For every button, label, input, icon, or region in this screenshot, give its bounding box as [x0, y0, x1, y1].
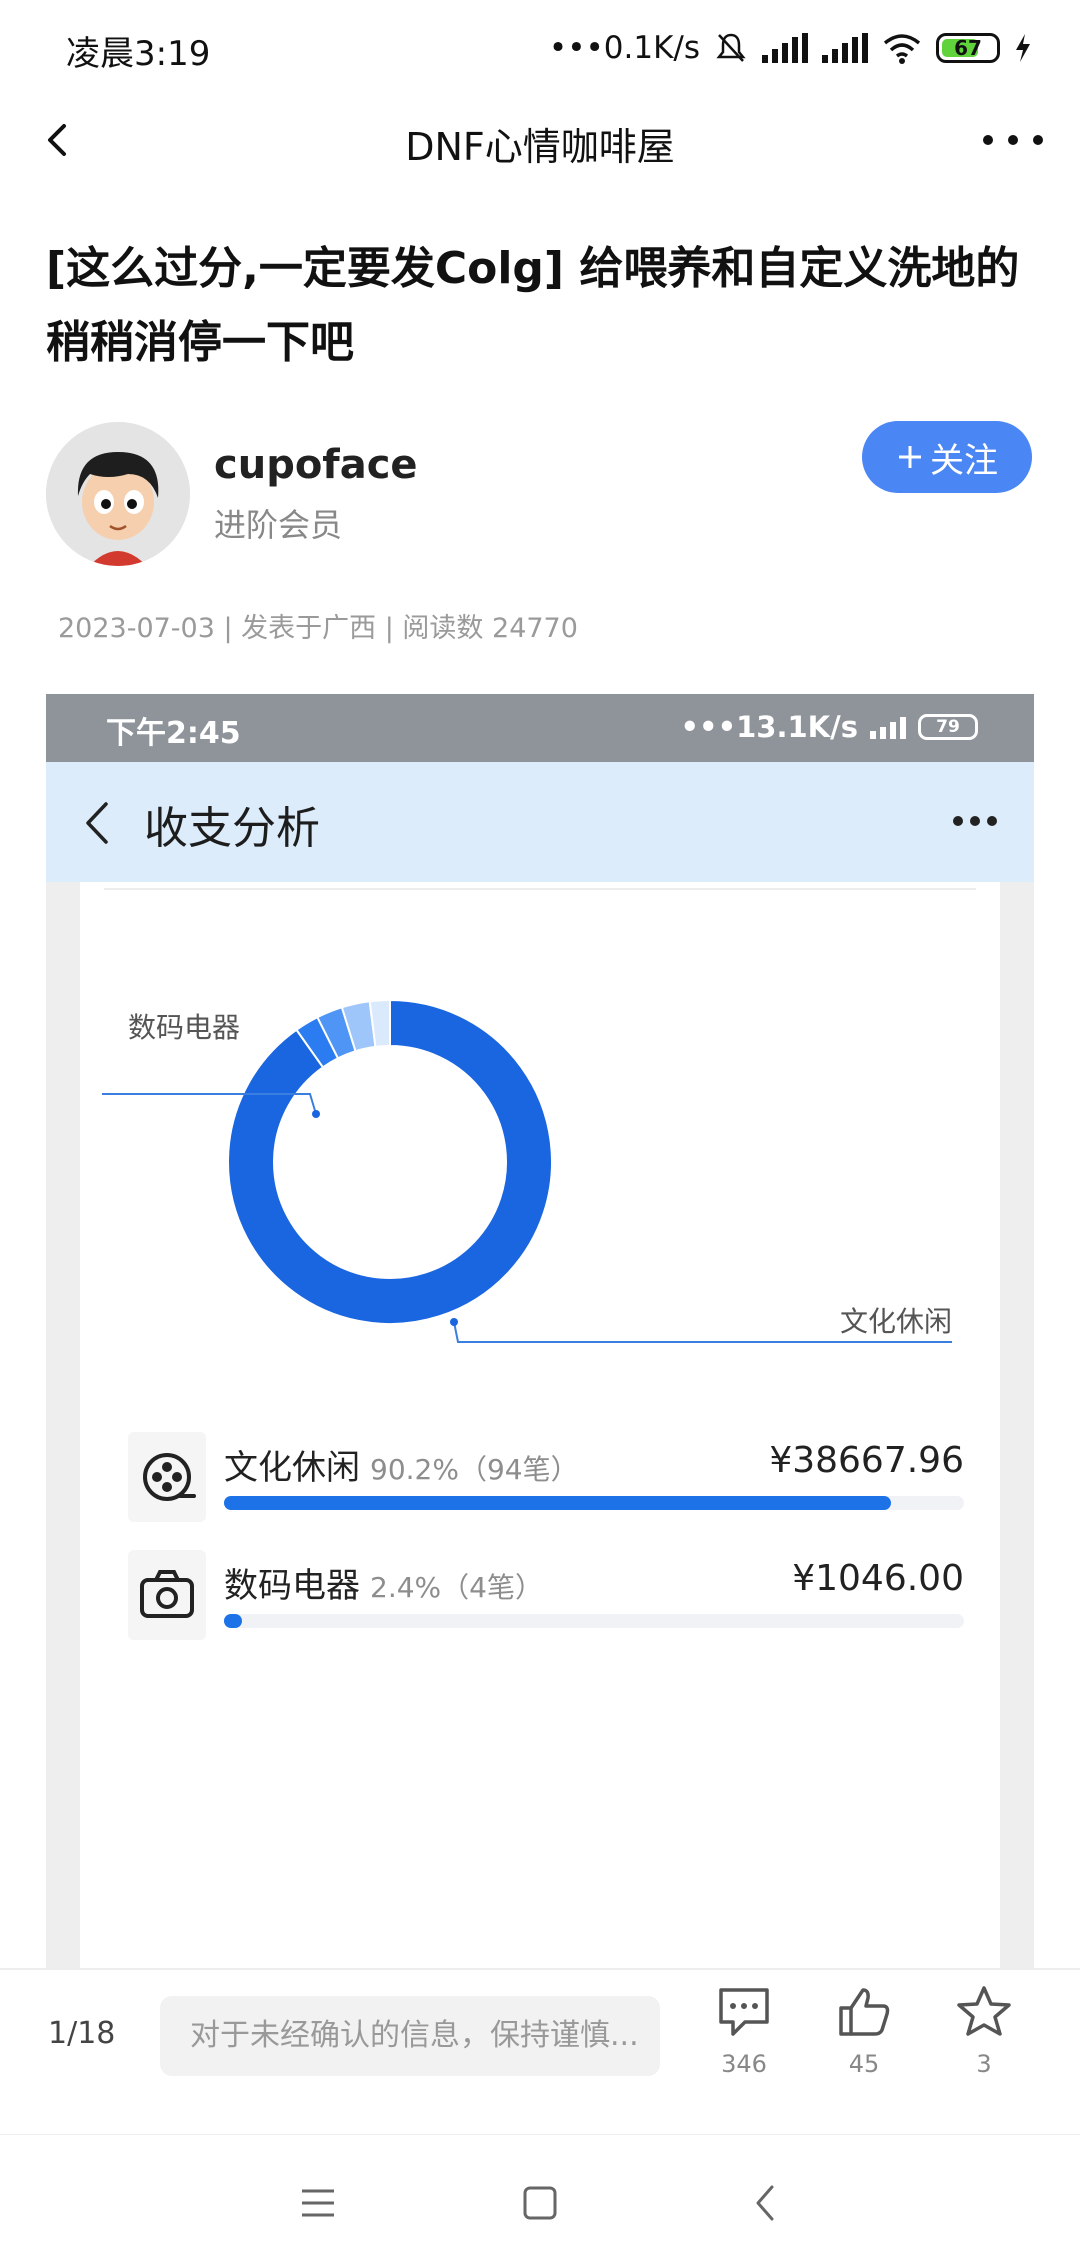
like-button[interactable]: 45	[814, 1984, 914, 2104]
category-progress-fill	[224, 1496, 892, 1510]
star-icon	[957, 1986, 1011, 2036]
battery-icon: 67	[936, 33, 1000, 63]
follow-button[interactable]: 关注	[862, 421, 1032, 493]
page-indicator: 1/18	[48, 2016, 116, 2051]
callout-label-top: 数码电器	[128, 1011, 241, 1044]
bottom-action-bar: 1/18 对于未经确认的信息，保持谨慎... 346 45 3	[0, 1968, 1080, 2134]
comment-button[interactable]: 346	[694, 1984, 794, 2104]
category-row-culture[interactable]: 文化休闲 90.2%（94笔） ¥38667.96	[80, 1432, 1000, 1542]
menu-icon[interactable]	[288, 2173, 348, 2233]
status-bar: 凌晨3:19 •••0.1K/s 67	[0, 0, 1080, 96]
status-icons: •••0.1K/s 67	[549, 24, 1032, 72]
system-nav-bar	[0, 2134, 1080, 2264]
category-progress-fill	[224, 1614, 242, 1628]
signal-hd-icon	[822, 33, 868, 63]
wifi-icon	[883, 34, 921, 64]
post-meta: 2023-07-03 | 发表于广西 | 阅读数 24770	[58, 613, 578, 644]
plus-icon	[899, 446, 921, 468]
post-headline: [这么过分,一定要发Colg] 给喂养和自定义洗地的稍稍消停一下吧	[46, 243, 1020, 368]
film-reel-icon	[128, 1432, 206, 1522]
embedded-screenshot-image[interactable]: 下午2:45 •••13.1K/s 79 收支分析 数码电器 文化休闲 文化休闲…	[46, 694, 1034, 1970]
like-count: 45	[848, 2050, 880, 2078]
network-speed: •••0.1K/s	[548, 30, 700, 66]
status-time: 凌晨3:19	[66, 34, 211, 74]
category-progress-track	[224, 1614, 964, 1628]
title-bar: DNF心情咖啡屋	[0, 96, 1080, 184]
donut-slice-0	[227, 998, 553, 1325]
avatar[interactable]	[46, 422, 190, 566]
category-amount: ¥38667.96	[769, 1440, 964, 1481]
comment-input[interactable]: 对于未经确认的信息，保持谨慎...	[160, 1996, 660, 2076]
nav-back-icon[interactable]	[736, 2173, 796, 2233]
mute-bell-icon	[716, 33, 746, 62]
embedded-more-icon	[953, 816, 997, 826]
charging-icon	[1016, 34, 1030, 62]
embedded-back-icon	[86, 802, 108, 844]
author-name[interactable]: cupoface	[214, 442, 418, 488]
category-name: 文化休闲 90.2%（94笔）	[224, 1448, 579, 1488]
author-block: cupoface 进阶会员 关注	[46, 421, 1046, 572]
analysis-card: 数码电器 文化休闲 文化休闲 90.2%（94笔） ¥38667.96 数码电器…	[80, 882, 1000, 1970]
category-amount: ¥1046.00	[792, 1558, 964, 1599]
signal-icon	[762, 33, 808, 63]
embedded-battery-icon: 79	[918, 714, 978, 740]
category-percent: 90.2%（94笔）	[370, 1453, 579, 1486]
camera-icon	[128, 1550, 206, 1640]
embedded-status-bar: 下午2:45 •••13.1K/s 79	[46, 694, 1034, 762]
embedded-header: 收支分析	[46, 762, 1034, 882]
comment-icon	[719, 1988, 769, 2036]
callout-dot-bottom	[450, 1318, 458, 1326]
page-title: DNF心情咖啡屋	[405, 125, 675, 169]
favorite-button[interactable]: 3	[934, 1984, 1034, 2104]
callout-label-bottom: 文化休闲	[840, 1305, 953, 1338]
cartoon-avatar-image	[46, 422, 190, 566]
more-dots-icon[interactable]	[978, 120, 1048, 160]
category-name: 数码电器 2.4%（4笔）	[224, 1566, 543, 1606]
category-percent: 2.4%（4笔）	[370, 1571, 543, 1604]
comment-count: 346	[721, 2050, 767, 2078]
home-square-icon[interactable]	[510, 2173, 570, 2233]
embedded-network-speed: •••13.1K/s	[680, 710, 859, 744]
thumbs-up-icon	[839, 1988, 890, 2036]
embedded-header-title: 收支分析	[144, 803, 320, 854]
category-progress-track	[224, 1496, 964, 1510]
favorite-count: 3	[976, 2050, 992, 2078]
callout-dot-top	[312, 1110, 320, 1118]
embedded-status-icons: •••13.1K/s 79	[680, 710, 978, 744]
embedded-status-time: 下午2:45	[106, 716, 241, 751]
author-level: 进阶会员	[214, 506, 343, 544]
embedded-signal-icon	[870, 715, 906, 739]
category-row-digital[interactable]: 数码电器 2.4%（4笔） ¥1046.00	[80, 1550, 1000, 1660]
